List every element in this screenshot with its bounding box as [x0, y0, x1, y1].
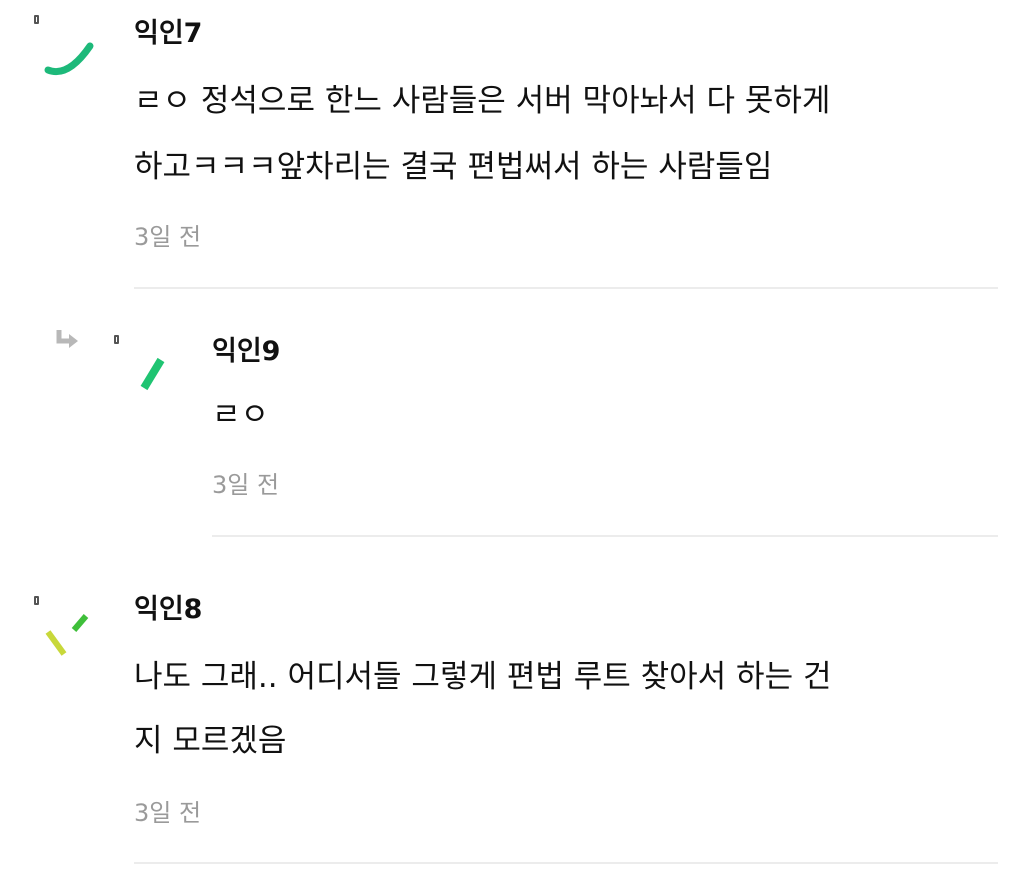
tag-icon [34, 15, 39, 24]
tag-icon [34, 596, 39, 605]
comment-text-line: 나도 그래.. 어디서들 그렇게 편법 루트 찾아서 하는 건 [134, 659, 832, 695]
reply-comment-item: 익인9 ㄹㅇ 3일 전 [0, 290, 1024, 540]
divider [134, 287, 998, 289]
comment-author[interactable]: 익인9 [212, 336, 280, 368]
comment-author[interactable]: 익인8 [134, 594, 202, 626]
avatar[interactable] [40, 28, 96, 84]
comment-time: 3일 전 [134, 223, 202, 251]
comment-text-line: 하고ㅋㅋㅋ앞차리는 결국 편법써서 하는 사람들임 [134, 149, 773, 185]
comment-item: 익인7 ㄹㅇ 정석으로 한느 사람들은 서버 막아놔서 다 못하게 하고ㅋㅋㅋ앞… [0, 0, 1024, 290]
reply-arrow-icon [56, 328, 80, 354]
divider [212, 535, 998, 537]
comment-text-line: ㄹㅇ [212, 397, 270, 433]
divider [134, 862, 998, 864]
tag-icon [114, 335, 119, 344]
comment-item: 익인8 나도 그래.. 어디서들 그렇게 편법 루트 찾아서 하는 건 지 모르… [0, 570, 1024, 870]
comment-time: 3일 전 [134, 799, 202, 827]
comment-text-line: 지 모르겠음 [134, 723, 287, 759]
avatar[interactable] [40, 610, 96, 666]
comment-author[interactable]: 익인7 [134, 18, 202, 50]
avatar[interactable] [130, 348, 186, 404]
comment-text-line: ㄹㅇ 정석으로 한느 사람들은 서버 막아놔서 다 못하게 [134, 83, 831, 119]
comment-time: 3일 전 [212, 471, 280, 499]
